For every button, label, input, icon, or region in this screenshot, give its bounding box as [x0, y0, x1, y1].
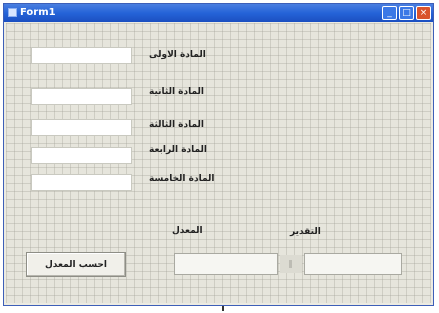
average-output[interactable] — [174, 253, 278, 275]
subject-1-label: المادة الاولى — [149, 50, 206, 60]
separator-mark — [289, 260, 292, 268]
subject-2-input[interactable] — [31, 88, 132, 105]
spacer-block — [280, 255, 302, 273]
subject-3-label: المادة الثالثة — [149, 120, 204, 130]
form-client-area: المادة الاولى المادة الثانية المادة الثا… — [6, 23, 431, 303]
app-window: Form1 _ □ × المادة الاولى المادة الثانية… — [3, 3, 434, 306]
calculate-average-button[interactable]: احسب المعدل — [26, 252, 126, 277]
subject-4-label: المادة الرابعة — [149, 145, 208, 155]
bottom-marker — [222, 306, 224, 311]
subject-3-input[interactable] — [31, 119, 132, 136]
grade-label: التقدير — [290, 227, 321, 237]
title-bar[interactable]: Form1 _ □ × — [4, 4, 433, 22]
subject-5-label: المادة الخامسة — [149, 174, 215, 184]
subject-5-input[interactable] — [31, 174, 132, 191]
subject-2-label: المادة الثانية — [149, 87, 204, 97]
subject-4-input[interactable] — [31, 147, 132, 164]
minimize-icon[interactable]: _ — [382, 6, 397, 20]
subject-1-input[interactable] — [31, 47, 132, 64]
window-title: Form1 — [20, 7, 56, 18]
close-icon[interactable]: × — [416, 6, 431, 20]
app-icon — [8, 8, 17, 17]
maximize-icon[interactable]: □ — [399, 6, 414, 20]
grade-output[interactable] — [304, 253, 402, 275]
average-label: المعدل — [172, 226, 203, 236]
